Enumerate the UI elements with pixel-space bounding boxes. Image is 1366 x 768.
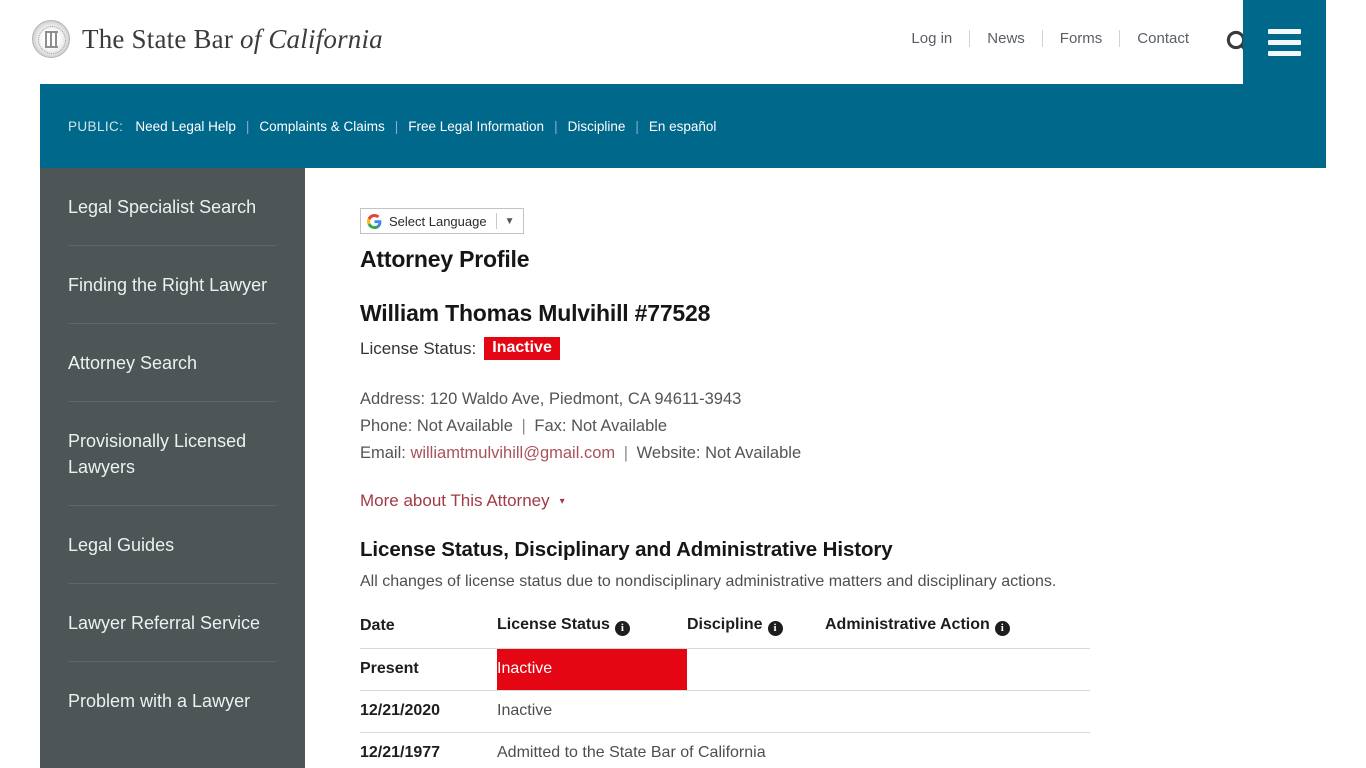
column-header-administrative-action: Administrative Action i — [825, 616, 1090, 649]
public-nav-bar: PUBLIC: Need Legal Help | Complaints & C… — [40, 84, 1326, 168]
sidebar-item-provisionally-licensed-lawyers[interactable]: Provisionally Licensed Lawyers — [68, 402, 277, 506]
nav-link-news[interactable]: News — [970, 30, 1042, 47]
hamburger-menu-button[interactable] — [1243, 0, 1326, 84]
table-header-row: Date License Status i Discipline i Adminis… — [360, 616, 1090, 649]
utility-nav: Log in News Forms Contact — [894, 30, 1206, 47]
address-label: Address: — [360, 390, 426, 408]
public-nav-need-legal-help[interactable]: Need Legal Help — [135, 119, 236, 134]
brand-text-italic: of California — [240, 23, 383, 54]
sidebar-item-lawyer-referral-service[interactable]: Lawyer Referral Service — [68, 584, 277, 662]
chevron-down-icon[interactable]: ▼ — [497, 216, 523, 227]
phone-label: Phone: — [360, 417, 413, 435]
table-row: 12/21/2020 Inactive — [360, 690, 1090, 733]
field-separator: | — [521, 417, 526, 435]
website-label: Website: — [636, 444, 701, 462]
public-nav-en-espanol[interactable]: En español — [649, 119, 717, 134]
more-about-attorney-toggle[interactable]: More about This Attorney ▾ — [360, 491, 565, 511]
history-section-description: All changes of license status due to non… — [360, 573, 1057, 590]
email-label: Email: — [360, 444, 406, 462]
chevron-down-icon: ▾ — [559, 495, 565, 507]
table-row: 12/21/1977 Admitted to the State Bar of … — [360, 732, 1090, 768]
column-header-administrative-action-label: Administrative Action — [825, 616, 990, 633]
cell-license-status: Inactive — [497, 648, 687, 691]
cell-date: Present — [360, 648, 497, 691]
status-highlight: Inactive — [497, 649, 687, 690]
license-status-label: License Status: — [360, 338, 477, 358]
table-head: Date License Status i Discipline i Adminis… — [360, 616, 1090, 649]
contact-block: Address: 120 Waldo Ave, Piedmont, CA 946… — [360, 386, 1120, 467]
column-header-date-label: Date — [360, 617, 395, 634]
page-root: The State Bar of California Log in News … — [0, 0, 1366, 768]
column-header-date: Date — [360, 616, 497, 649]
email-link[interactable]: williamtmulvihill@gmail.com — [410, 444, 615, 462]
info-icon[interactable]: i — [994, 621, 1010, 636]
hamburger-menu-icon — [1268, 50, 1301, 56]
sidebar-item-finding-the-right-lawyer[interactable]: Finding the Right Lawyer — [68, 246, 277, 324]
attorney-name-heading: William Thomas Mulvihill #77528 — [360, 300, 711, 326]
cell-date: 12/21/2020 — [360, 690, 497, 733]
public-nav-discipline[interactable]: Discipline — [568, 119, 626, 134]
nav-link-contact[interactable]: Contact — [1120, 30, 1206, 47]
page-title: Attorney Profile — [360, 246, 530, 272]
address-line: Address: 120 Waldo Ave, Piedmont, CA 946… — [360, 386, 1120, 413]
hamburger-menu-icon — [1268, 39, 1301, 45]
brand-wordmark: The State Bar of California — [82, 24, 383, 55]
hamburger-menu-icon — [1268, 28, 1301, 34]
info-icon[interactable]: i — [614, 621, 630, 636]
column-header-license-status-label: License Status — [497, 616, 610, 633]
column-header-discipline-label: Discipline — [687, 616, 763, 633]
fax-value: Not Available — [571, 417, 668, 435]
table-body: Present Inactive 12/21/2020 Inactive 12/… — [360, 648, 1090, 768]
site-header: The State Bar of California Log in News … — [0, 0, 1366, 84]
info-icon[interactable]: i — [767, 621, 783, 636]
sidebar-item-legal-guides[interactable]: Legal Guides — [68, 506, 277, 584]
cell-date: 12/21/1977 — [360, 732, 497, 768]
phone-value: Not Available — [416, 417, 513, 435]
google-translate-select[interactable]: Select Language ▼ — [360, 208, 524, 234]
column-header-license-status: License Status i — [497, 616, 687, 649]
column-header-discipline: Discipline i — [687, 616, 825, 649]
phone-fax-line: Phone: Not Available | Fax: Not Availabl… — [360, 413, 1120, 440]
email-website-line: Email: williamtmulvihill@gmail.com | Web… — [360, 440, 1120, 467]
public-nav-separator: | — [635, 118, 639, 134]
cell-license-status: Admitted to the State Bar of California — [497, 732, 1090, 768]
cell-administrative-action — [825, 648, 1090, 691]
sidebar-item-problem-with-a-lawyer[interactable]: Problem with a Lawyer — [68, 662, 277, 739]
cell-discipline — [687, 690, 825, 733]
table-row: Present Inactive — [360, 648, 1090, 691]
state-bar-seal-icon — [32, 20, 70, 58]
site-logo[interactable]: The State Bar of California — [32, 20, 383, 58]
brand-text-main: The State Bar — [82, 23, 240, 54]
more-about-attorney-label: More about This Attorney — [360, 491, 550, 510]
license-status-line: License Status: Inactive — [360, 337, 1120, 360]
sidebar-item-attorney-search[interactable]: Attorney Search — [68, 324, 277, 402]
public-nav-complaints-claims[interactable]: Complaints & Claims — [259, 119, 384, 134]
main-content: Select Language ▼ Attorney Profile Willi… — [360, 168, 1120, 768]
cell-administrative-action — [825, 690, 1090, 733]
address-value: 120 Waldo Ave, Piedmont, CA 94611-3943 — [429, 390, 742, 408]
public-nav-separator: | — [245, 118, 250, 134]
cell-discipline — [687, 648, 825, 691]
website-value: Not Available — [705, 444, 802, 462]
google-g-icon — [367, 213, 382, 229]
nav-link-forms[interactable]: Forms — [1043, 30, 1120, 47]
public-nav-free-legal-information[interactable]: Free Legal Information — [408, 119, 544, 134]
nav-link-login[interactable]: Log in — [894, 30, 969, 47]
field-separator: | — [623, 444, 629, 462]
sidebar-nav: Legal Specialist Search Finding the Righ… — [40, 168, 305, 768]
history-section-title: License Status, Disciplinary and Adminis… — [360, 538, 893, 561]
fax-label: Fax: — [534, 417, 567, 435]
public-nav-separator: | — [554, 118, 558, 134]
public-nav-label: PUBLIC: — [68, 118, 124, 134]
cell-license-status: Inactive — [497, 690, 687, 733]
status-badge: Inactive — [484, 337, 560, 360]
license-history-table: Date License Status i Discipline i Adminis… — [360, 616, 1090, 768]
translate-label: Select Language — [389, 213, 487, 229]
sidebar-item-legal-specialist-search[interactable]: Legal Specialist Search — [68, 168, 277, 246]
public-nav-separator: | — [394, 118, 399, 134]
